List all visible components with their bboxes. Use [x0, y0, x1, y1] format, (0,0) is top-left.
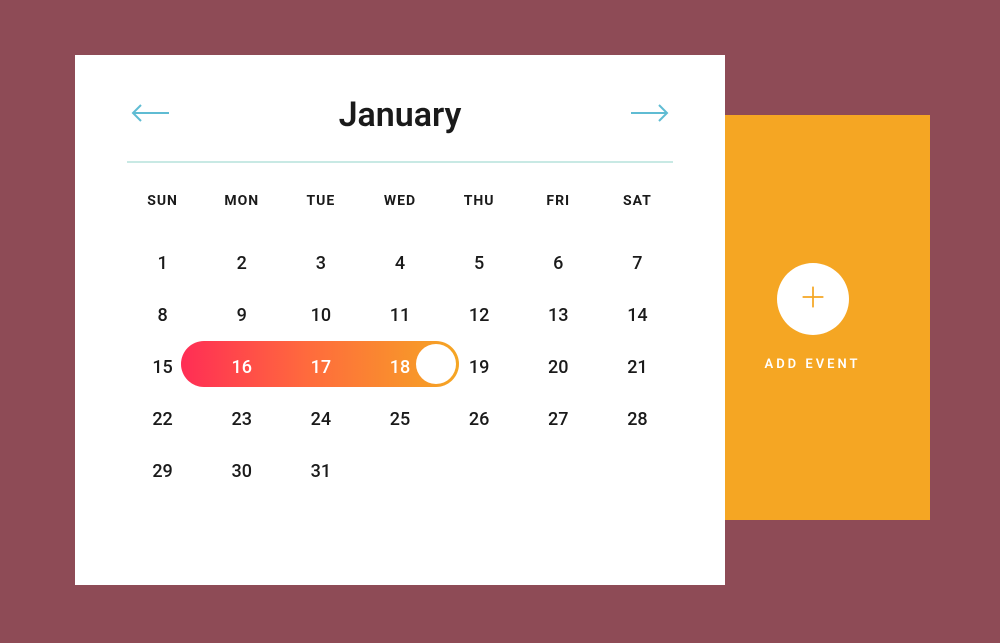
day-cell[interactable]: 13 — [519, 289, 598, 341]
day-cell[interactable]: 19 — [440, 341, 519, 393]
day-cell[interactable]: 26 — [440, 393, 519, 445]
day-cell[interactable]: 22 — [123, 393, 202, 445]
day-cell[interactable]: 27 — [519, 393, 598, 445]
weekday-label: THU — [440, 193, 519, 209]
weekday-label: MON — [202, 193, 281, 209]
header-divider — [127, 161, 673, 163]
day-cell[interactable]: 6 — [519, 237, 598, 289]
weekday-label: TUE — [281, 193, 360, 209]
weekday-label: SAT — [598, 193, 677, 209]
day-cell[interactable]: 21 — [598, 341, 677, 393]
next-month-button[interactable] — [629, 102, 669, 128]
day-cell[interactable]: 10 — [281, 289, 360, 341]
day-cell[interactable]: 8 — [123, 289, 202, 341]
calendar-header: January — [123, 95, 677, 161]
day-cell[interactable]: 23 — [202, 393, 281, 445]
day-cell[interactable]: 2 — [202, 237, 281, 289]
day-cell[interactable]: 1 — [123, 237, 202, 289]
day-cell[interactable]: 9 — [202, 289, 281, 341]
day-cell[interactable]: 18 — [360, 341, 439, 393]
weekday-label: WED — [360, 193, 439, 209]
plus-icon — [800, 284, 826, 314]
arrow-left-icon — [131, 102, 171, 128]
dates-grid: 1234567891011121314151617181920212223242… — [123, 237, 677, 497]
event-panel: ADD EVENT — [695, 115, 930, 520]
day-cell[interactable]: 20 — [519, 341, 598, 393]
arrow-right-icon — [629, 102, 669, 128]
add-event-button[interactable] — [777, 263, 849, 335]
day-cell[interactable]: 24 — [281, 393, 360, 445]
day-cell[interactable]: 4 — [360, 237, 439, 289]
month-title: January — [339, 95, 462, 135]
day-cell[interactable]: 25 — [360, 393, 439, 445]
add-event-label: ADD EVENT — [765, 357, 861, 372]
weekday-label: SUN — [123, 193, 202, 209]
day-cell[interactable]: 14 — [598, 289, 677, 341]
weekday-label: FRI — [519, 193, 598, 209]
day-cell[interactable]: 11 — [360, 289, 439, 341]
day-cell[interactable]: 30 — [202, 445, 281, 497]
day-cell[interactable]: 16 — [202, 341, 281, 393]
day-cell[interactable]: 5 — [440, 237, 519, 289]
day-cell[interactable]: 17 — [281, 341, 360, 393]
prev-month-button[interactable] — [131, 102, 171, 128]
weekday-row: SUN MON TUE WED THU FRI SAT — [123, 193, 677, 209]
day-cell[interactable]: 29 — [123, 445, 202, 497]
day-cell[interactable]: 3 — [281, 237, 360, 289]
day-cell[interactable]: 15 — [123, 341, 202, 393]
day-cell[interactable]: 7 — [598, 237, 677, 289]
dates-grid-wrapper: 1234567891011121314151617181920212223242… — [123, 237, 677, 497]
calendar-card: January SUN MON TUE WED THU FRI SAT 1234… — [75, 55, 725, 585]
day-cell[interactable]: 12 — [440, 289, 519, 341]
day-cell[interactable]: 31 — [281, 445, 360, 497]
day-cell[interactable]: 28 — [598, 393, 677, 445]
